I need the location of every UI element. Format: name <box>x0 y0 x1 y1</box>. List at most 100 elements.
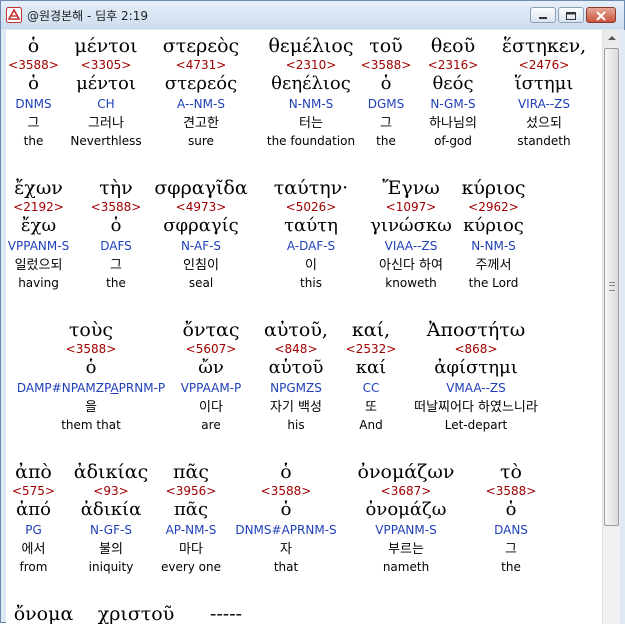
parsing-code: VPPAAM-P <box>180 381 242 395</box>
interlinear-text-area[interactable]: ὁ <3588> ὁ DNMS 그 the μέντοι <3305> μέντ… <box>6 30 602 624</box>
strong-number[interactable]: <3687> <box>346 484 466 499</box>
parsing-code: VIAA--ZS <box>384 239 438 253</box>
strong-number[interactable]: <5607> <box>166 342 256 357</box>
parsing-code: VPPANM-S <box>7 239 70 253</box>
korean-gloss: 불의 <box>99 542 123 557</box>
strong-number[interactable]: <4731> <box>146 58 256 73</box>
korean-gloss: 견고한 <box>183 116 219 131</box>
english-gloss: nameth <box>382 560 430 574</box>
english-gloss: the foundation <box>266 134 356 148</box>
greek-word: πᾶς <box>173 461 209 483</box>
korean-gloss: 마다 <box>179 542 203 557</box>
korean-gloss: 일렀으되 <box>14 258 63 273</box>
strong-number[interactable]: <2192> <box>6 200 76 215</box>
greek-word: ὀνομάζων <box>357 461 455 483</box>
parsing-code-part: DAMP#NPAMZP <box>16 381 111 395</box>
app-logo-icon <box>6 7 22 23</box>
strong-number[interactable]: <575> <box>6 484 66 499</box>
parsing-code: N-GM-S <box>430 97 476 111</box>
lemma: ἵστημι <box>514 73 574 94</box>
korean-gloss: 을 <box>85 400 97 415</box>
parsing-code: VIRA--ZS <box>517 97 571 111</box>
english-gloss: this <box>300 276 322 290</box>
greek-word: τὸ <box>500 461 522 483</box>
english-gloss: his <box>287 418 305 432</box>
strong-number[interactable]: <2316> <box>413 58 493 73</box>
strong-number[interactable]: <3588> <box>6 342 176 357</box>
strong-number[interactable]: <868> <box>396 342 556 357</box>
strong-number[interactable]: <2962> <box>451 200 536 215</box>
strong-number[interactable]: <2476> <box>489 58 599 73</box>
english-gloss: that <box>273 560 299 574</box>
greek-word: ἕστηκεν, <box>501 35 587 57</box>
scroll-up-button[interactable] <box>603 30 621 47</box>
parsing-code: DGMS <box>367 97 405 111</box>
greek-word: τοὺς <box>68 319 114 341</box>
greek-word: αὐτοῦ, <box>264 319 328 341</box>
parsing-code: N-GF-S <box>90 523 132 537</box>
greek-word: χριστοῦ <box>97 603 175 624</box>
parsing-code: N-NM-S <box>471 239 516 253</box>
strong-number[interactable]: <3588> <box>476 484 546 499</box>
strong-number[interactable]: <93> <box>61 484 161 499</box>
parsing-code: PG <box>25 523 42 537</box>
korean-gloss: 자기 백성 <box>270 400 322 415</box>
close-button[interactable] <box>586 7 616 23</box>
greek-word: ----- <box>209 603 243 624</box>
strong-number[interactable]: <3588> <box>356 58 416 73</box>
korean-gloss: 터는 <box>299 116 323 131</box>
lemma: στερεός <box>164 73 238 94</box>
strong-number[interactable]: <2310> <box>251 58 371 73</box>
strong-number[interactable]: <848> <box>251 342 341 357</box>
strong-number[interactable]: <3588> <box>228 484 344 499</box>
english-gloss: of-god <box>434 134 472 148</box>
greek-word: ὄντας <box>182 319 240 341</box>
english-gloss: Let-depart <box>444 418 508 432</box>
strong-number[interactable]: <3588> <box>81 200 151 215</box>
korean-gloss: 에서 <box>21 542 46 557</box>
english-gloss: knoweth <box>385 276 437 290</box>
strong-number[interactable]: <1097> <box>356 200 466 215</box>
scrollbar-thumb[interactable] <box>604 48 619 526</box>
english-gloss: from <box>19 560 48 574</box>
korean-gloss: 그러나 <box>88 116 124 131</box>
lemma: ὁ <box>280 499 292 520</box>
english-gloss: the <box>106 276 126 290</box>
korean-gloss: 그 <box>110 258 122 273</box>
vertical-scrollbar[interactable] <box>602 30 621 624</box>
korean-gloss: 그 <box>505 542 517 557</box>
strong-number[interactable]: <3956> <box>151 484 231 499</box>
lemma: μέντοι <box>76 73 136 94</box>
maximize-button[interactable] <box>558 7 584 23</box>
parsing-code: DAFS <box>100 239 132 253</box>
korean-gloss: 자 <box>280 542 292 557</box>
greek-word: στερεὸς <box>162 35 240 57</box>
title-bar[interactable]: @원경본해 - 딤후 2:19 <box>1 1 624 29</box>
korean-gloss: 부르는 <box>388 542 424 557</box>
english-gloss: iniquity <box>88 560 134 574</box>
greek-word: τοῦ <box>369 35 403 57</box>
app-window: @원경본해 - 딤후 2:19 ὁ <3588> ὁ DNMS 그 the μέ… <box>0 0 625 624</box>
parsing-code: VPPANM-S <box>375 523 437 537</box>
lemma: θεηέλιος <box>271 73 351 94</box>
lemma: ὤν <box>198 357 224 378</box>
strong-number[interactable]: <3305> <box>61 58 151 73</box>
grip-icon <box>609 282 615 291</box>
english-gloss: them that <box>61 418 121 432</box>
parsing-code: DANS <box>494 523 528 537</box>
greek-word: σφραγῖδα <box>154 177 248 199</box>
parsing-code-part: PRNM-P <box>118 381 166 395</box>
minimize-button[interactable] <box>530 7 556 23</box>
parsing-code: N-AF-S <box>180 239 222 253</box>
greek-word: ἀπὸ <box>15 461 52 483</box>
greek-word: ταύτην· <box>273 177 349 199</box>
parsing-code: N-NM-S <box>288 97 334 111</box>
korean-gloss: 떠날찌어다 하였느니라 <box>414 400 538 415</box>
lemma: ἀδικία <box>80 499 142 520</box>
greek-word: Ἔγνω <box>382 177 440 199</box>
english-gloss: are <box>201 418 221 432</box>
greek-word: θεοῦ <box>430 35 476 57</box>
strong-number[interactable]: <4973> <box>146 200 256 215</box>
strong-number[interactable]: <5026> <box>261 200 361 215</box>
lemma: ὁ <box>110 215 122 236</box>
